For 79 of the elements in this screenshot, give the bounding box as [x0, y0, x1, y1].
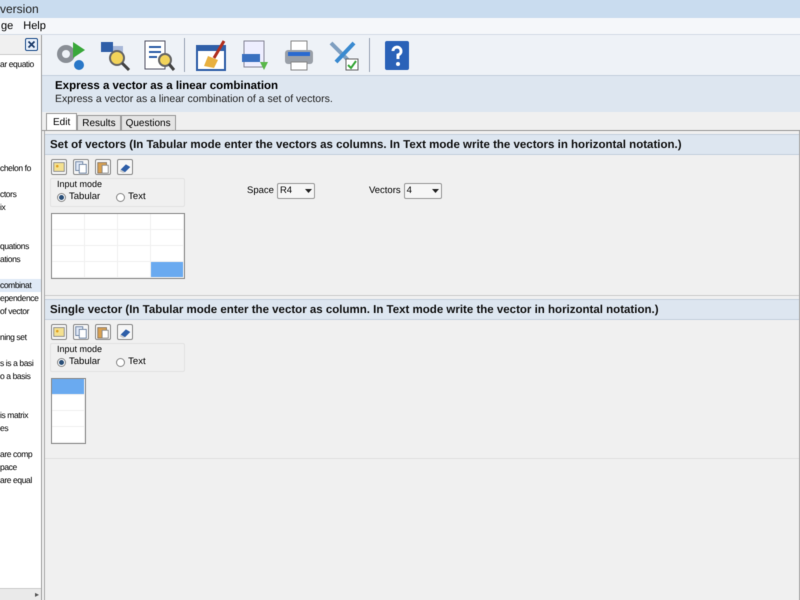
- tree-item[interactable]: are equal: [0, 474, 32, 487]
- dropdown-arrow-icon: [432, 189, 439, 193]
- tree-item[interactable]: combinat: [0, 279, 41, 292]
- group-label: Input mode: [56, 344, 104, 355]
- table-cell[interactable]: [118, 246, 151, 262]
- paste-clipboard-button[interactable]: [95, 324, 111, 340]
- tree-item[interactable]: ix: [0, 201, 6, 214]
- table-cell[interactable]: [52, 246, 85, 262]
- radio-option[interactable]: Tabular: [57, 190, 100, 204]
- table-cell[interactable]: [151, 262, 184, 278]
- copy-pages-icon: [74, 160, 88, 174]
- horizontal-scrollbar[interactable]: ▸: [0, 588, 41, 600]
- table-cell[interactable]: [52, 427, 85, 443]
- table-cell[interactable]: [52, 262, 85, 278]
- tree-item[interactable]: ar equatio: [0, 58, 34, 71]
- table-cell[interactable]: [52, 379, 85, 395]
- vectors-dropdown[interactable]: 4: [404, 183, 442, 199]
- paste-clipboard-icon: [96, 325, 110, 339]
- table-cell[interactable]: [151, 230, 184, 246]
- table-cell[interactable]: [52, 214, 85, 230]
- section-title: Single vector (In Tabular mode enter the vector as column. In Text mode write the vector in horizontal notation.): [45, 299, 799, 320]
- printer-icon: [282, 38, 316, 72]
- copy-pages-icon: [74, 325, 88, 339]
- tree-item[interactable]: ning set: [0, 331, 27, 344]
- tree-item[interactable]: s is a basi: [0, 357, 34, 370]
- picture-button[interactable]: [51, 159, 67, 175]
- tree-item[interactable]: es: [0, 422, 8, 435]
- radio-option[interactable]: Text: [116, 190, 146, 204]
- tree-item[interactable]: of vector: [0, 305, 29, 318]
- menu-item[interactable]: Help: [22, 18, 47, 34]
- table-cell[interactable]: [118, 214, 151, 230]
- tree-item[interactable]: is matrix: [0, 409, 28, 422]
- tree-item[interactable]: are comp: [0, 448, 32, 461]
- table-cell[interactable]: [151, 214, 184, 230]
- radio-button[interactable]: [116, 358, 126, 367]
- tree-item[interactable]: pace: [0, 461, 17, 474]
- radio-option[interactable]: Text: [116, 355, 146, 370]
- copy-pages-button[interactable]: [73, 324, 89, 340]
- eraser-button[interactable]: [117, 159, 133, 175]
- group-label: Input mode: [56, 179, 104, 190]
- table-cell[interactable]: [85, 262, 118, 278]
- picture-icon: [52, 325, 66, 339]
- tree-item[interactable]: ations: [0, 253, 20, 266]
- eraser-button[interactable]: [117, 324, 133, 340]
- radio-option[interactable]: Tabular: [57, 355, 100, 370]
- input-table[interactable]: [51, 378, 86, 444]
- window-brush-icon: [194, 38, 228, 72]
- space-label: Space: [247, 184, 274, 198]
- header-subtitle: Express a vector as a linear combination of a set of vectors.: [55, 93, 334, 106]
- paste-clipboard-icon: [96, 160, 110, 174]
- radio-button[interactable]: [57, 358, 66, 367]
- tree-item[interactable]: ctors: [0, 188, 16, 201]
- radio-button[interactable]: [116, 192, 126, 202]
- table-cell[interactable]: [85, 214, 118, 230]
- close-button[interactable]: [25, 38, 38, 51]
- header-title: Express a vector as a linear combination: [55, 79, 280, 93]
- input-table[interactable]: [51, 213, 185, 279]
- tree-item[interactable]: ependence: [0, 292, 38, 305]
- tree-item[interactable]: quations: [0, 240, 29, 253]
- window-title: version: [0, 1, 39, 18]
- picture-icon: [52, 160, 66, 174]
- menu-item[interactable]: ge: [0, 18, 14, 34]
- vectors-label: Vectors: [368, 184, 401, 198]
- space-dropdown[interactable]: R4: [276, 183, 315, 199]
- tree-item[interactable]: chelon fo: [0, 162, 31, 175]
- tab[interactable]: Edit: [46, 113, 78, 130]
- tree-item[interactable]: o a basis: [0, 370, 30, 383]
- tab[interactable]: Results: [77, 115, 121, 130]
- table-cell[interactable]: [52, 230, 85, 246]
- paste-clipboard-button[interactable]: [95, 159, 111, 175]
- copy-pages-button[interactable]: [73, 159, 89, 175]
- section-title: Set of vectors (In Tabular mode enter the vectors as columns. In Text mode write the vectors in horizontal notation.): [45, 134, 799, 155]
- dropdown-arrow-icon: [304, 189, 312, 193]
- scroll-arrow[interactable]: ▸: [35, 590, 39, 598]
- table-cell[interactable]: [52, 411, 85, 427]
- picture-button[interactable]: [51, 324, 67, 340]
- radio-button[interactable]: [57, 192, 66, 202]
- tab[interactable]: Questions: [120, 115, 176, 130]
- table-cell[interactable]: [52, 395, 85, 411]
